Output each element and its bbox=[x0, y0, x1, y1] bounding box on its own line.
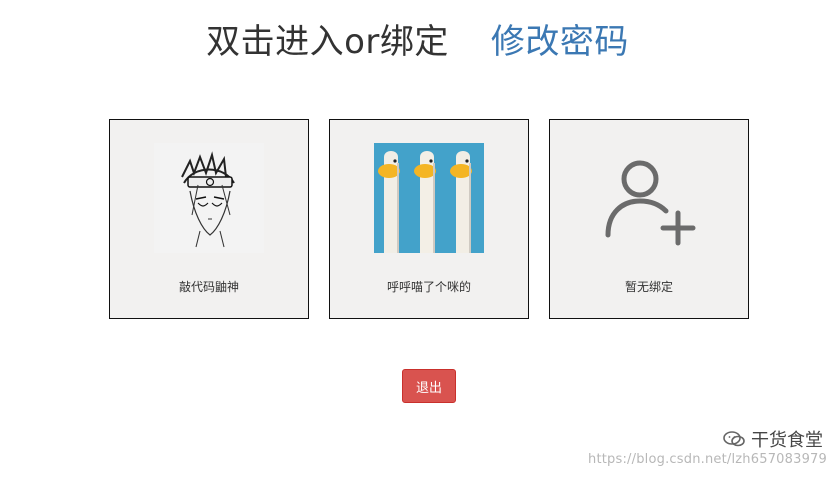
watermark-brand: 干货食堂 bbox=[723, 426, 823, 452]
ducks-image bbox=[374, 143, 484, 253]
sketch-avatar-image bbox=[154, 143, 264, 253]
account-card-2[interactable]: 呼呼喵了个咪的 bbox=[329, 119, 529, 319]
add-user-icon bbox=[605, 160, 696, 246]
watermark-brand-text: 干货食堂 bbox=[751, 430, 823, 451]
account-card-grid: 敲代码鼬神 呼呼喵了个咪的 暂无绑定 bbox=[109, 119, 749, 319]
sketch-avatar-image bbox=[154, 143, 264, 253]
account-card-empty[interactable]: 暂无绑定 bbox=[549, 119, 749, 319]
change-password-link[interactable]: 修改密码 bbox=[491, 25, 629, 59]
add-user-icon bbox=[594, 143, 704, 253]
account-card-label: 呼呼喵了个咪的 bbox=[386, 280, 471, 294]
logout-button[interactable]: 退出 bbox=[402, 369, 456, 403]
wechat-icon bbox=[723, 430, 745, 448]
page-title: 双击进入or绑定 bbox=[206, 22, 449, 62]
ducks-image bbox=[374, 143, 484, 253]
account-card-1[interactable]: 敲代码鼬神 bbox=[109, 119, 309, 319]
wechat-icon bbox=[723, 431, 745, 447]
watermark-url: https://blog.csdn.net/lzh657083979 bbox=[588, 452, 827, 467]
page-header: 双击进入or绑定 修改密码 bbox=[0, 14, 835, 70]
account-card-label: 敲代码鼬神 bbox=[178, 280, 239, 294]
account-card-label: 暂无绑定 bbox=[624, 280, 673, 294]
